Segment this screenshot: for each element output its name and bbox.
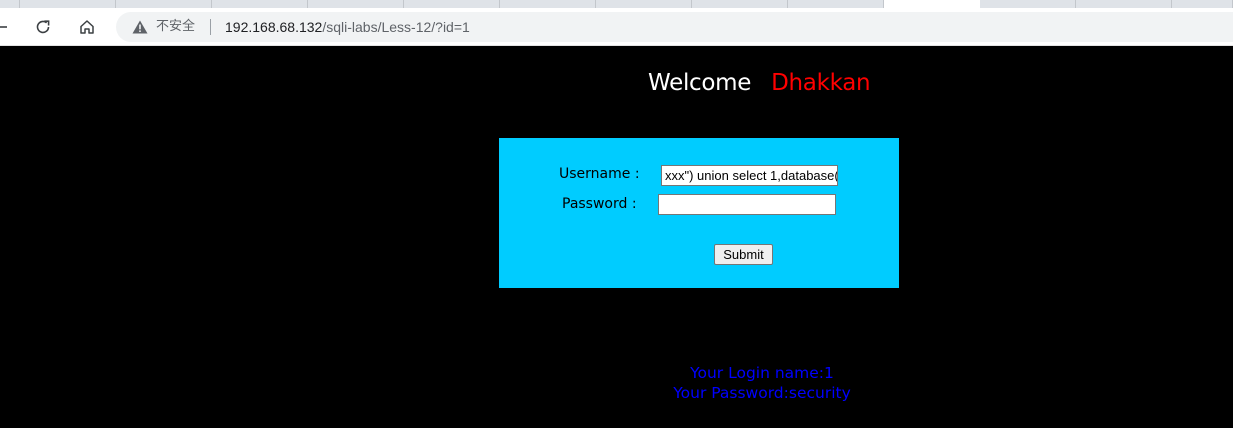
browser-tab[interactable]: [404, 0, 500, 8]
welcome-word: Welcome: [648, 70, 752, 96]
url-path: /sqli-labs/Less-12/?id=1: [322, 19, 470, 35]
home-icon: [80, 20, 94, 34]
login-form: Username : xxx") union select 1,database…: [499, 138, 899, 288]
browser-tab[interactable]: [116, 0, 212, 8]
minimize-icon: [0, 26, 7, 28]
reload-icon: [36, 20, 50, 34]
browser-tab[interactable]: [1076, 0, 1172, 8]
browser-tab[interactable]: [500, 0, 596, 8]
address-bar[interactable]: 不安全 192.168.68.132/sqli-labs/Less-12/?id…: [116, 12, 1233, 42]
welcome-name: Dhakkan: [771, 70, 871, 96]
back-button[interactable]: [0, 13, 14, 41]
active-browser-tab[interactable]: [884, 0, 980, 8]
security-label[interactable]: 不安全: [156, 19, 195, 35]
omnibox-divider: [210, 19, 211, 35]
browser-tab[interactable]: [980, 0, 1076, 8]
welcome-heading: Welcome Dhakkan: [648, 68, 871, 98]
browser-tab[interactable]: [0, 0, 20, 8]
home-button[interactable]: [73, 13, 101, 41]
password-input[interactable]: [658, 194, 836, 215]
username-label: Username :: [559, 166, 640, 182]
browser-tab[interactable]: [20, 0, 116, 8]
browser-tab[interactable]: [212, 0, 308, 8]
url-text[interactable]: 192.168.68.132/sqli-labs/Less-12/?id=1: [225, 19, 470, 35]
browser-tab[interactable]: [692, 0, 788, 8]
password-label: Password :: [562, 196, 637, 212]
tab-strip: [0, 0, 1233, 8]
browser-tab[interactable]: [308, 0, 404, 8]
submit-button[interactable]: Submit: [714, 244, 773, 265]
username-input[interactable]: xxx") union select 1,database() #: [661, 165, 838, 186]
warning-icon[interactable]: [132, 20, 148, 34]
url-host: 192.168.68.132: [225, 19, 323, 35]
password-result: Your Password:security: [673, 384, 851, 402]
browser-toolbar: 不安全 192.168.68.132/sqli-labs/Less-12/?id…: [0, 8, 1233, 46]
login-name-result: Your Login name:1: [690, 364, 834, 382]
browser-tab[interactable]: [788, 0, 884, 8]
browser-tab[interactable]: [1172, 0, 1233, 8]
reload-button[interactable]: [29, 13, 57, 41]
browser-tab[interactable]: [596, 0, 692, 8]
